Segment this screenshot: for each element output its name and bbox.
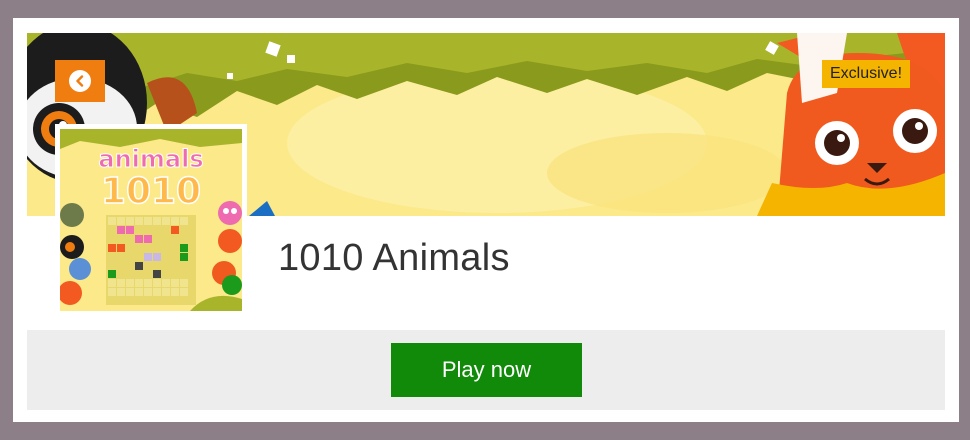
back-button[interactable]	[55, 60, 105, 102]
exclusive-badge: Exclusive!	[822, 60, 911, 88]
thumbnail-logo-word: animals	[98, 145, 203, 173]
play-bar: Play now	[27, 330, 945, 410]
chevron-left-icon	[69, 70, 91, 92]
thumbnail-artwork: animals 1010	[60, 129, 242, 311]
game-title: 1010 Animals	[278, 237, 510, 279]
thumbnail-logo-number: 1010	[101, 171, 201, 212]
play-now-button[interactable]: Play now	[391, 343, 582, 397]
thumbnail-board	[106, 215, 196, 305]
game-thumbnail[interactable]: animals 1010	[55, 124, 247, 316]
game-card: Exclusive! animals 1010 1010 Animals Pla…	[13, 18, 959, 422]
